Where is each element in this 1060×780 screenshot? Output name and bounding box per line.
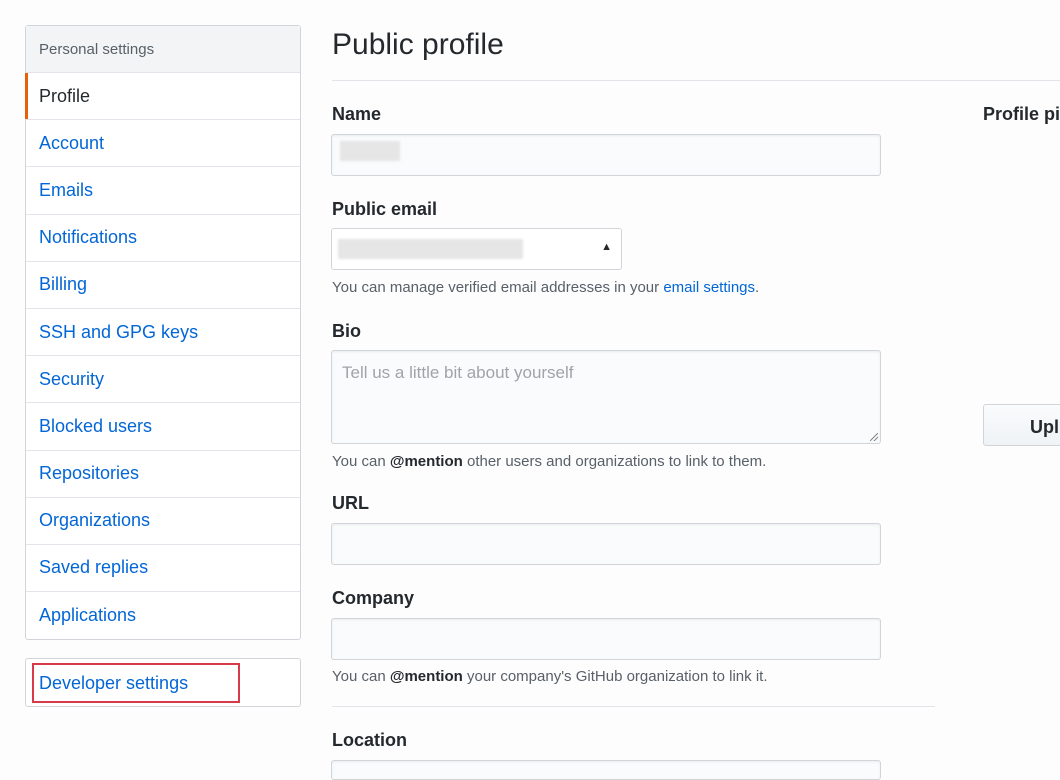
sidebar-item-emails[interactable]: Emails: [26, 167, 300, 215]
developer-settings-link[interactable]: Developer settings: [39, 659, 188, 708]
name-input[interactable]: [331, 134, 881, 176]
public-email-note: You can manage verified email addresses …: [332, 279, 760, 296]
developer-settings-box: Developer settings: [25, 658, 301, 707]
url-input[interactable]: [331, 523, 881, 565]
sidebar-item-applications[interactable]: Applications: [26, 592, 300, 639]
company-input[interactable]: [331, 618, 881, 660]
sidebar-item-repositories[interactable]: Repositories: [26, 451, 300, 498]
email-settings-link[interactable]: email settings: [663, 279, 755, 296]
company-label: Company: [332, 588, 415, 608]
sidebar-item-notifications[interactable]: Notifications: [26, 215, 300, 262]
company-note: You can @mention your company's GitHub o…: [332, 668, 768, 685]
profile-picture-label: Profile pic: [983, 104, 1060, 124]
title-divider: [332, 80, 1060, 81]
upload-photo-button[interactable]: Upl: [983, 404, 1060, 446]
redacted-name: [340, 141, 400, 161]
sidebar-item-saved-replies[interactable]: Saved replies: [26, 545, 300, 593]
redacted-email: [338, 239, 523, 259]
bio-textarea[interactable]: Tell us a little bit about yourself: [331, 350, 881, 444]
sidebar-item-ssh-gpg-keys[interactable]: SSH and GPG keys: [26, 309, 300, 357]
select-arrow-icon: ▲: [601, 241, 612, 253]
bio-note: You can @mention other users and organiz…: [332, 453, 767, 470]
resize-grip-icon[interactable]: [870, 433, 878, 441]
sidebar-item-account[interactable]: Account: [26, 120, 300, 168]
location-label: Location: [332, 730, 407, 750]
sidebar-item-organizations[interactable]: Organizations: [26, 498, 300, 545]
sidebar-item-blocked-users[interactable]: Blocked users: [26, 403, 300, 451]
page-title: Public profile: [332, 28, 504, 61]
sidebar-item-profile[interactable]: Profile: [25, 73, 300, 121]
public-email-select[interactable]: ▲: [331, 228, 622, 270]
location-input[interactable]: [331, 760, 881, 780]
url-label: URL: [332, 493, 369, 513]
bio-placeholder: Tell us a little bit about yourself: [342, 363, 574, 382]
settings-sidebar: Personal settings Profile Account Emails…: [25, 25, 301, 641]
sidebar-item-billing[interactable]: Billing: [26, 262, 300, 309]
bio-label: Bio: [332, 321, 361, 341]
section-divider: [332, 706, 935, 707]
public-email-label: Public email: [332, 199, 438, 219]
sidebar-item-security[interactable]: Security: [26, 356, 300, 404]
sidebar-header: Personal settings: [26, 26, 300, 73]
name-label: Name: [332, 104, 382, 124]
